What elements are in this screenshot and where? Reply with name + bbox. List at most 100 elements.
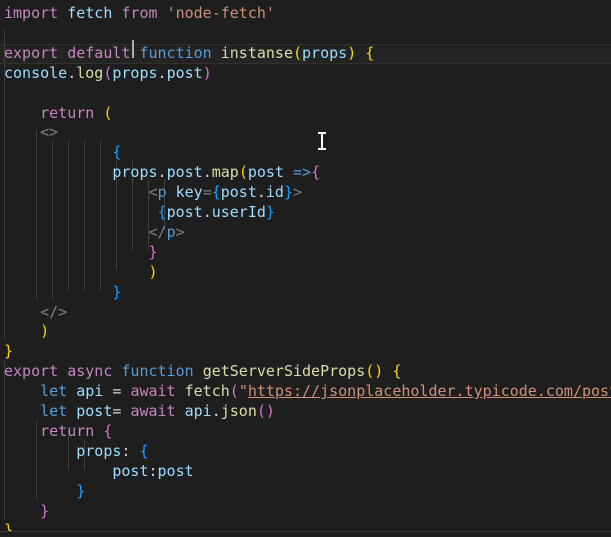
code-token: ( xyxy=(365,362,375,381)
code-line[interactable]: } xyxy=(0,243,611,263)
code-line[interactable]: <> xyxy=(0,123,611,143)
code-token: await xyxy=(130,402,176,420)
code-token: } xyxy=(40,501,50,520)
code-line-text: } xyxy=(0,482,85,502)
code-line[interactable]: </> xyxy=(0,303,611,323)
code-line[interactable]: </p> xyxy=(0,223,611,243)
code-line[interactable]: console.log(props.post) xyxy=(0,64,611,84)
code-token: getServerSideProps xyxy=(202,362,366,381)
code-token: <> xyxy=(40,123,59,142)
code-line[interactable]: { xyxy=(0,143,611,163)
code-token: } xyxy=(112,282,122,301)
code-line[interactable]: export default function instanse(props) … xyxy=(0,44,611,64)
code-token: await xyxy=(130,382,176,401)
code-line-text: let post= await api.json() xyxy=(0,402,275,422)
code-line-text: ) xyxy=(0,322,49,342)
code-token: { xyxy=(139,441,149,460)
code-token: ) xyxy=(148,262,158,281)
code-token: ( xyxy=(238,163,248,182)
code-token: props xyxy=(112,63,158,82)
code-line-text: </> xyxy=(0,303,67,323)
code-token: props xyxy=(302,43,348,62)
code-line[interactable] xyxy=(0,84,611,104)
code-token: 'node-fetch' xyxy=(166,4,275,22)
code-line-text: {post.userId} xyxy=(0,203,275,223)
code-token: export xyxy=(4,43,59,62)
code-line[interactable]: } xyxy=(0,283,611,303)
code-token: post xyxy=(112,461,149,480)
code-line-text: } xyxy=(0,283,121,303)
code-token: } xyxy=(76,481,86,500)
code-token: fetch xyxy=(184,382,230,401)
code-line[interactable]: } xyxy=(0,502,611,522)
code-line[interactable]: <p key={post.id}> xyxy=(0,183,611,203)
code-line-text: { xyxy=(0,143,121,163)
code-line[interactable]: {post.userId} xyxy=(0,203,611,223)
code-token: api xyxy=(184,402,212,420)
code-token: } xyxy=(148,242,158,261)
code-token: { xyxy=(311,163,321,182)
code-token: async xyxy=(67,362,113,381)
code-token: props xyxy=(112,163,158,182)
code-line[interactable]: return { xyxy=(0,422,611,442)
code-token: post xyxy=(76,402,113,420)
code-text-surface[interactable]: import fetch from 'node-fetch' export def… xyxy=(0,0,611,531)
code-line[interactable]: let api = await fetch("https://jsonplace… xyxy=(0,382,611,402)
code-line[interactable]: } xyxy=(0,521,611,531)
code-token: post xyxy=(247,163,284,182)
code-token: ( xyxy=(229,382,239,401)
code-token: api xyxy=(76,382,104,401)
horizontal-scrollbar[interactable] xyxy=(0,531,611,537)
code-token: { xyxy=(103,421,113,440)
code-line-text: export async function getServerSideProps… xyxy=(0,362,401,382)
code-token[interactable]: https://jsonplaceholder.typicode.com/pos… xyxy=(248,382,611,400)
code-token: return xyxy=(40,103,95,122)
code-line[interactable]: props.post.map(post =>{ xyxy=(0,163,611,183)
code-line[interactable]: ) xyxy=(0,322,611,342)
code-token: map xyxy=(211,163,239,182)
code-token: function xyxy=(121,362,194,381)
code-line[interactable]: import fetch from 'node-fetch' xyxy=(0,4,611,24)
code-token: props xyxy=(76,441,122,460)
code-token: { xyxy=(392,362,402,381)
code-token: ) xyxy=(202,63,212,82)
code-token: . xyxy=(67,63,77,82)
code-line-text: } xyxy=(0,342,13,362)
code-token: } xyxy=(283,183,293,202)
code-line-text: props: { xyxy=(0,441,149,462)
code-line[interactable]: props: { xyxy=(0,442,611,462)
code-token: = xyxy=(202,183,212,202)
code-token: . xyxy=(157,163,167,182)
code-token: fetch xyxy=(67,4,113,22)
code-line[interactable] xyxy=(0,24,611,44)
code-line-text: return ( xyxy=(0,104,112,124)
code-line[interactable]: let post= await api.json() xyxy=(0,402,611,422)
code-line[interactable]: return ( xyxy=(0,104,611,124)
code-token: instanse xyxy=(220,43,293,62)
code-line-text: } xyxy=(0,521,13,531)
code-editor[interactable]: import fetch from 'node-fetch' export def… xyxy=(0,0,611,537)
code-line[interactable]: } xyxy=(0,342,611,362)
code-line-text: let api = await fetch("https://jsonplace… xyxy=(0,382,611,402)
code-line-text: console.log(props.post) xyxy=(0,64,212,84)
code-line-text: <> xyxy=(0,123,58,143)
code-token: . xyxy=(157,63,167,82)
code-line[interactable]: post:post xyxy=(0,462,611,482)
code-token: : xyxy=(148,461,158,480)
code-line[interactable]: } xyxy=(0,482,611,502)
code-line[interactable]: ) xyxy=(0,263,611,283)
code-line-text: post:post xyxy=(0,461,193,482)
code-line[interactable]: export async function getServerSideProps… xyxy=(0,362,611,382)
code-token: ) xyxy=(374,362,384,381)
